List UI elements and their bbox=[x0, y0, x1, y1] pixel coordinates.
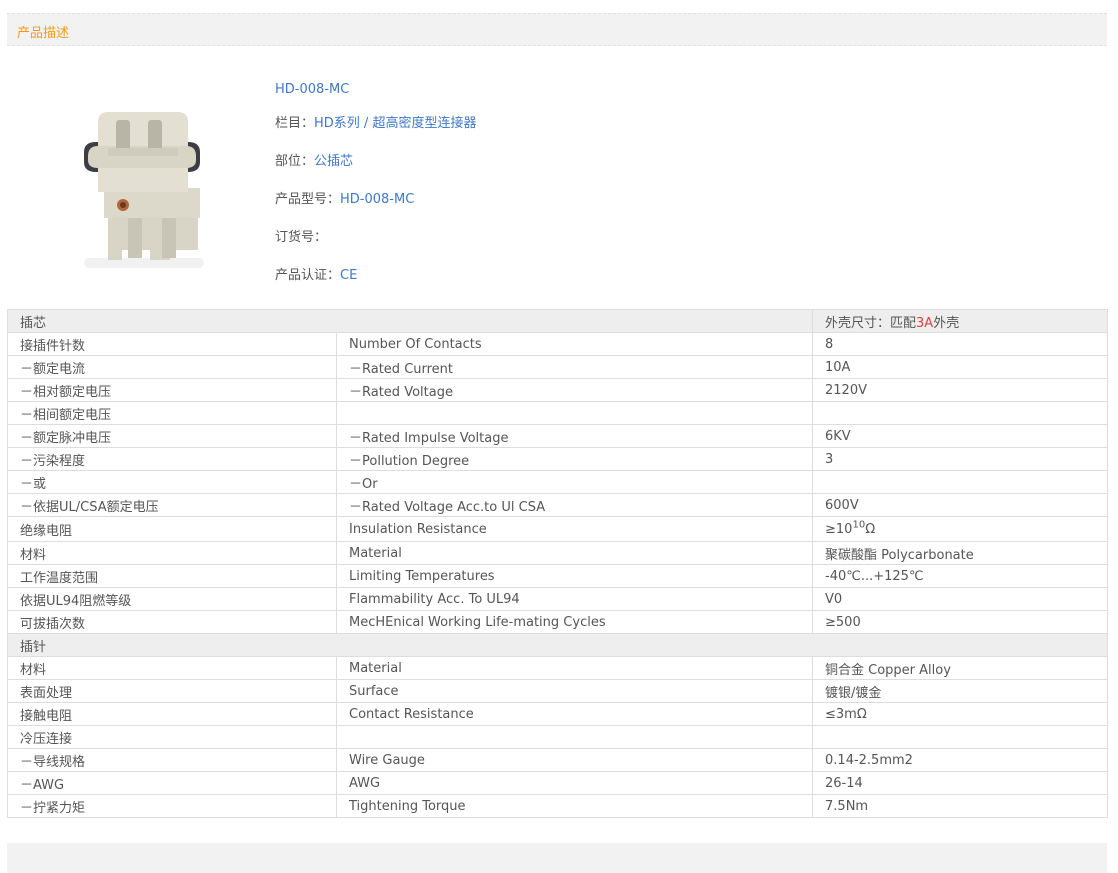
cert-line: 产品认证：CE bbox=[275, 264, 357, 283]
shell-size-value: 3A bbox=[916, 315, 934, 331]
table-row: 接触电阻 Contact Resistance ≤3mΩ bbox=[7, 702, 1109, 726]
table-row: 接插件针数 Number Of Contacts 8 bbox=[7, 332, 1109, 356]
table-row: 可拔插次数 MecHEnical Working Life-mating Cycl… bbox=[7, 610, 1109, 634]
table-row: －额定脉冲电压 －Rated Impulse Voltage 6KV bbox=[7, 424, 1109, 448]
part-value[interactable]: 公插芯 bbox=[314, 154, 353, 169]
part-label: 部位： bbox=[275, 154, 315, 169]
insert-section-label: 插芯 bbox=[6, 309, 814, 333]
pin-section-header: 插针 bbox=[6, 633, 1109, 657]
table-row: －导线规格 Wire Gauge 0.14-2.5mm2 bbox=[7, 748, 1109, 772]
table-row: 绝缘电阻 Insulation Resistance ≥1010Ω bbox=[7, 516, 1109, 542]
cert-label: 产品认证： bbox=[275, 268, 341, 283]
table-row: －污染程度 －Pollution Degree 3 bbox=[7, 447, 1109, 471]
table-row: 表面处理 Surface 镀银/镀金 bbox=[7, 679, 1109, 703]
order-label: 订货号： bbox=[275, 230, 328, 245]
category-label: 栏目： bbox=[275, 116, 315, 131]
pin-section-label: 插针 bbox=[6, 633, 1109, 657]
footer-bar bbox=[7, 843, 1107, 873]
cert-value[interactable]: CE bbox=[340, 268, 357, 283]
table-row: 材料 Material 聚碳酸酯 Polycarbonate bbox=[7, 541, 1109, 565]
table-row: 材料 Material 铜合金 Copper Alloy bbox=[7, 656, 1109, 680]
table-row: －相间额定电压 bbox=[7, 401, 1109, 425]
table-row: －额定电流 －Rated Current 10A bbox=[7, 355, 1109, 379]
category-link[interactable]: HD系列 / 超高密度型连接器 bbox=[314, 116, 476, 131]
part-line: 部位：公插芯 bbox=[275, 150, 353, 169]
insulation-value: ≥1010Ω bbox=[812, 516, 1109, 542]
table-row: －或 －Or bbox=[7, 470, 1109, 494]
table-row: 工作温度范围 Limiting Temperatures -40℃...+125℃ bbox=[7, 564, 1109, 588]
model-line: 产品型号：HD-008-MC bbox=[275, 188, 414, 207]
table-row: －AWG AWG 26-14 bbox=[7, 771, 1109, 795]
table-row: －依据UL/CSA额定电压 －Rated Voltage Acc.to Ul CS… bbox=[7, 493, 1109, 517]
product-name[interactable]: HD-008-MC bbox=[275, 82, 349, 97]
table-row: 冷压连接 bbox=[7, 725, 1109, 749]
table-row: －拧紧力矩 Tightening Torque 7.5Nm bbox=[7, 794, 1109, 818]
shell-size-cell: 外壳尺寸：匹配3A外壳 bbox=[812, 309, 1109, 333]
model-value[interactable]: HD-008-MC bbox=[340, 192, 414, 207]
spec-table: 插芯 外壳尺寸：匹配3A外壳 接插件针数 Number Of Contacts 8 … bbox=[6, 309, 1109, 818]
table-row: 依据UL94阻燃等级 Flammability Acc. To UL94 V0 bbox=[7, 587, 1109, 611]
section-header: 产品描述 bbox=[7, 13, 1107, 46]
category-line: 栏目：HD系列 / 超高密度型连接器 bbox=[275, 112, 476, 131]
section-title: 产品描述 bbox=[17, 26, 70, 41]
order-line: 订货号： bbox=[275, 226, 327, 245]
model-label: 产品型号： bbox=[275, 192, 341, 207]
table-row: －相对额定电压 －Rated Voltage 2120V bbox=[7, 378, 1109, 402]
insert-section-header: 插芯 外壳尺寸：匹配3A外壳 bbox=[6, 309, 1109, 333]
product-image bbox=[84, 112, 204, 268]
